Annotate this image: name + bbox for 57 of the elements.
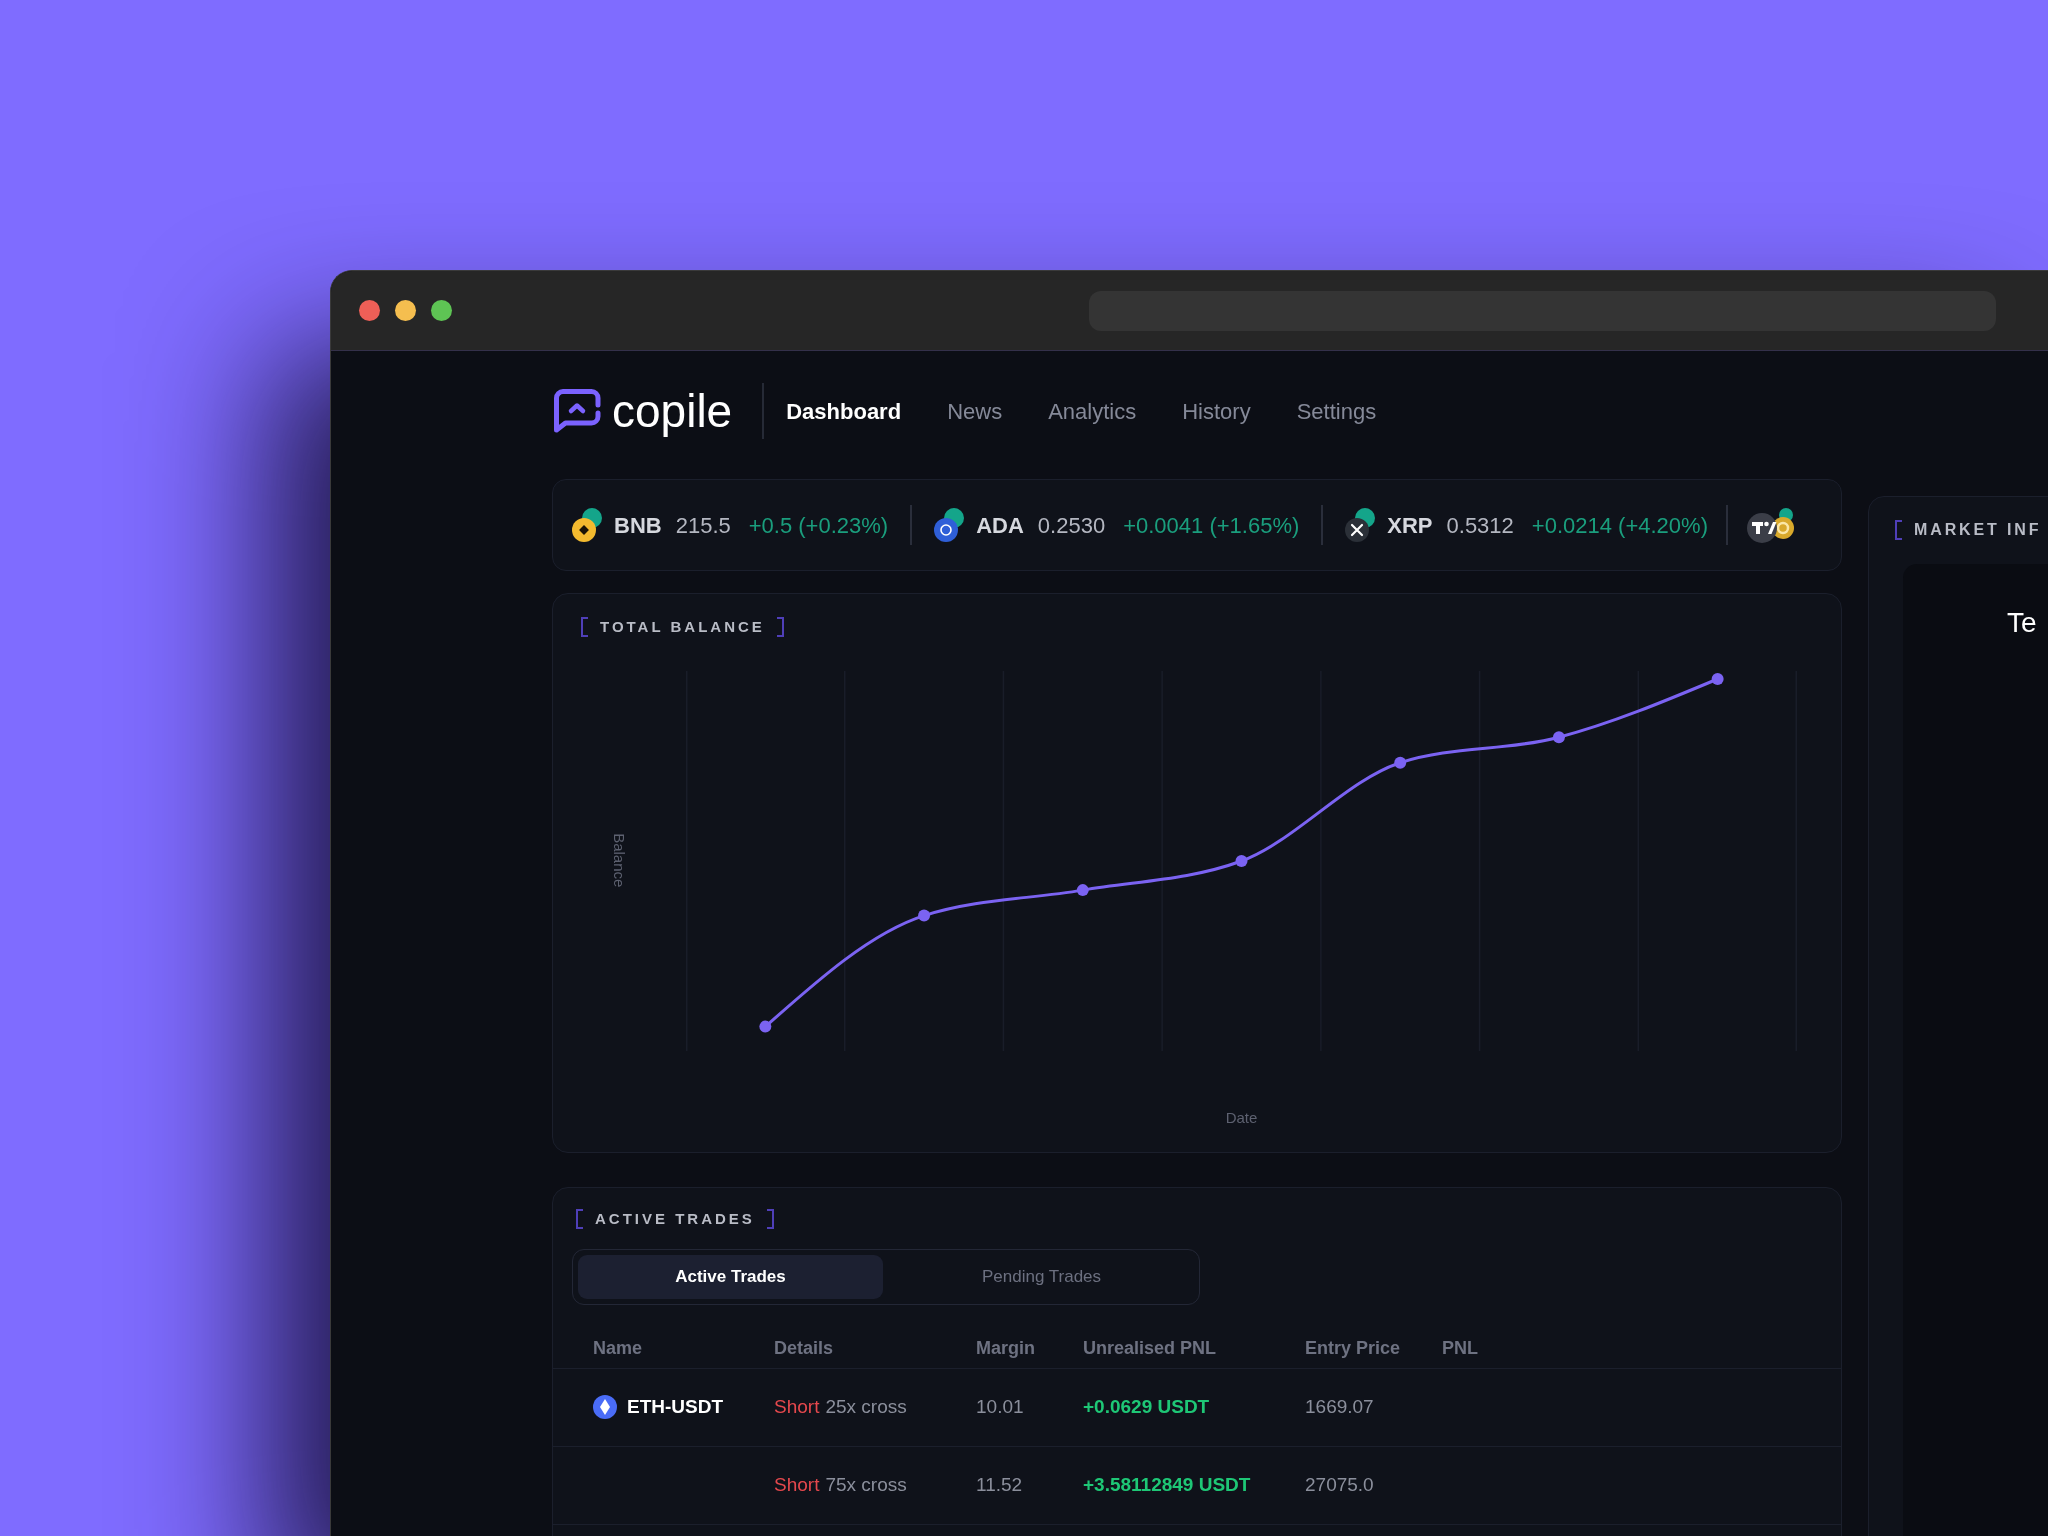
bracket-icon (766, 1209, 774, 1230)
nav-tab[interactable]: News (947, 394, 1003, 428)
column-header: Details (774, 1337, 834, 1358)
nav-tab[interactable]: Settings (1296, 394, 1377, 428)
table-cell-text: 75x cross (825, 1472, 907, 1497)
nav-tab[interactable]: Dashboard (786, 394, 902, 428)
nav-tab[interactable]: Analytics (1048, 394, 1137, 428)
ticker-symbol: XRP (1387, 511, 1433, 540)
section-title: TOTAL BALANCE (600, 617, 765, 637)
coin-pair-icon (1345, 508, 1378, 542)
bracket-icon (581, 617, 588, 638)
table-cell: +3.58112849 USDT (1083, 1473, 1251, 1495)
ticker-change: +0.0041 (+1.65%) (1123, 511, 1300, 540)
section-title: MARKET INF (1914, 520, 2042, 540)
column-header: PNL (1442, 1337, 1478, 1358)
divider (1725, 505, 1728, 545)
ticker-change: +0.5 (+0.23%) (748, 511, 889, 540)
table-cell-text: 25x cross (825, 1394, 907, 1419)
ticker-price: 215.5 (675, 511, 731, 540)
column-header: Name (593, 1337, 643, 1358)
ticker-price: 0.5312 (1446, 511, 1514, 540)
divider (762, 383, 765, 439)
nav-tab[interactable]: History (1182, 394, 1251, 428)
tab[interactable]: Pending Trades (889, 1254, 1194, 1299)
tab[interactable]: Active Trades (578, 1254, 883, 1299)
ticker-symbol: ADA (976, 511, 1024, 540)
side-label: Short (774, 1394, 820, 1419)
logo-icon (554, 389, 602, 433)
coin-pair-icon (572, 508, 604, 542)
table-cell: +0.0629 USDT (1083, 1395, 1210, 1417)
section-title: ACTIVE TRADES (595, 1209, 755, 1229)
table-cell: 11.52 (976, 1473, 1023, 1495)
logo-badge-icon (1745, 507, 1796, 543)
divider (1321, 505, 1324, 545)
bracket-icon (1895, 520, 1902, 540)
side-label: Short (774, 1472, 820, 1497)
ticker-change: +0.0214 (+4.20%) (1531, 511, 1708, 540)
coin-icon (593, 1395, 617, 1419)
ticker-symbol: BNB (614, 511, 662, 540)
table-cell: 1669.07 (1305, 1395, 1374, 1417)
table-cell-text: ETH-USDT (627, 1394, 724, 1419)
table-cell: 27075.0 (1305, 1473, 1374, 1495)
divider (910, 505, 913, 545)
coin-pair-icon (934, 508, 967, 542)
table-cell: 10.01 (976, 1395, 1024, 1417)
column-header: Entry Price (1305, 1337, 1401, 1358)
window-button[interactable] (431, 300, 452, 321)
axis-label: Balance (610, 833, 630, 888)
bracket-icon (776, 617, 784, 638)
panel-heading: Te (2007, 607, 2037, 638)
axis-label: Date (1225, 1107, 1258, 1128)
window-button[interactable] (359, 300, 380, 321)
window-button[interactable] (395, 300, 416, 321)
ticker-price: 0.2530 (1037, 511, 1106, 540)
column-header: Margin (976, 1337, 1035, 1358)
bracket-icon (576, 1209, 583, 1230)
column-header: Unrealised PNL (1083, 1337, 1217, 1358)
